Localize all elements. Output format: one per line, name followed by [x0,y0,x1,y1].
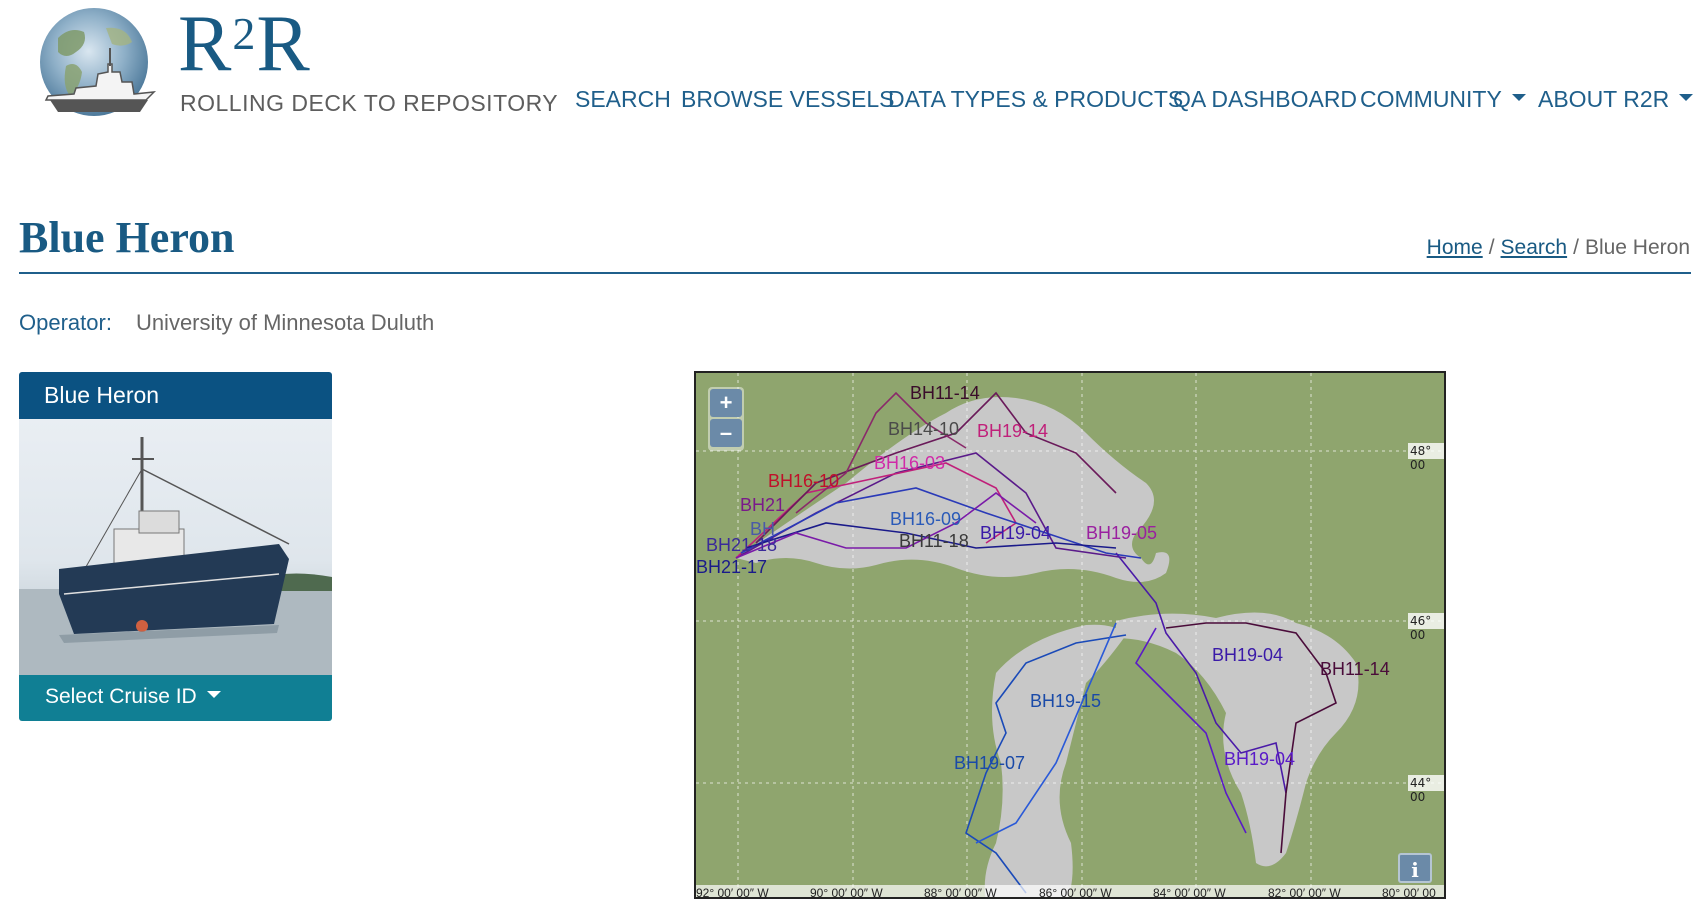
brand-subtitle: ROLLING DECK TO REPOSITORY [180,90,559,116]
brand-title[interactable]: R2R [178,2,311,86]
title-divider [19,272,1691,274]
lat-label: 48° 00 [1410,444,1432,472]
cruise-label[interactable]: BH16-03 [874,453,945,474]
breadcrumb-current: Blue Heron [1584,236,1690,259]
cruise-label[interactable]: BH19-14 [977,421,1048,442]
cruise-label[interactable]: BH19-04 [980,523,1051,544]
cruise-label[interactable]: BH19-07 [954,753,1025,774]
lon-label: 88° 00′ 00″ W [924,886,997,899]
operator-row: Operator: University of Minnesota Duluth [19,310,434,336]
nav-qa-dashboard[interactable]: QA DASHBOARD [1173,86,1357,113]
cruise-label[interactable]: BH21-18 [706,535,777,556]
select-cruise-label: Select Cruise ID [45,685,197,708]
cruise-label[interactable]: BH16-09 [890,509,961,530]
select-cruise-dropdown[interactable]: Select Cruise ID [19,675,332,721]
lat-label: 44° 00 [1410,776,1432,804]
lon-label: 86° 00′ 00″ W [1039,886,1112,899]
vessel-card-title: Blue Heron [19,372,332,419]
lon-label: 92° 00′ 00″ W [696,886,769,899]
vessel-card: Blue Heron Select Cruise ID [19,372,332,721]
chevron-down-icon [206,690,221,698]
nav-browse-vessels[interactable]: BROWSE VESSELS [681,86,894,113]
nav-data-types-products[interactable]: DATA TYPES & PRODUCTS [888,86,1183,113]
lon-label: 90° 00′ 00″ W [810,886,883,899]
breadcrumb-home[interactable]: Home [1427,236,1483,259]
lon-label: 82° 00′ 00″ W [1268,886,1341,899]
zoom-in-button[interactable]: + [710,389,742,417]
cruise-label[interactable]: BH19-15 [1030,691,1101,712]
lon-label: 80° 00′ 00 [1382,886,1436,899]
chevron-down-icon [1679,94,1694,102]
nav-community[interactable]: COMMUNITY [1360,86,1526,113]
cruise-label[interactable]: BH19-04 [1212,645,1283,666]
breadcrumb-separator: / [1488,236,1495,259]
map-info-button[interactable]: i [1398,853,1432,883]
vessel-photo [19,419,332,675]
cruise-label[interactable]: BH21 [740,495,785,516]
operator-value: University of Minnesota Duluth [135,310,435,335]
map-zoom-control: + – [708,387,744,451]
nav-search[interactable]: SEARCH [575,86,671,113]
nav-about-label: ABOUT R2R [1538,86,1670,112]
cruise-label[interactable]: BH19-04 [1224,749,1295,770]
cruise-label[interactable]: BH21-17 [696,557,767,578]
nav-community-label: COMMUNITY [1360,86,1502,112]
chevron-down-icon [1511,94,1526,102]
cruise-label[interactable]: BH11-18 [899,531,969,552]
page-title: Blue Heron [19,213,235,262]
nav-about-r2r[interactable]: ABOUT R2R [1538,86,1694,113]
r2r-logo[interactable] [36,8,162,126]
cruise-label[interactable]: BH11-14 [910,383,980,404]
zoom-out-button[interactable]: – [710,419,742,447]
cruise-label[interactable]: BH19-05 [1086,523,1157,544]
breadcrumb: Home / Search / Blue Heron [1427,236,1690,260]
operator-label: Operator: [19,310,112,335]
cruise-label[interactable]: BH14-10 [888,419,959,440]
cruise-track-map[interactable]: 48° 00 46° 00 44° 00 92° 00′ 00″ W 90° 0… [694,371,1446,899]
cruise-label[interactable]: BH11-14 [1320,659,1390,680]
lat-label: 46° 00 [1410,614,1432,642]
breadcrumb-separator: / [1573,236,1579,259]
breadcrumb-search[interactable]: Search [1501,236,1568,259]
cruise-label[interactable]: BH16-10 [768,471,839,492]
lon-label: 84° 00′ 00″ W [1153,886,1226,899]
